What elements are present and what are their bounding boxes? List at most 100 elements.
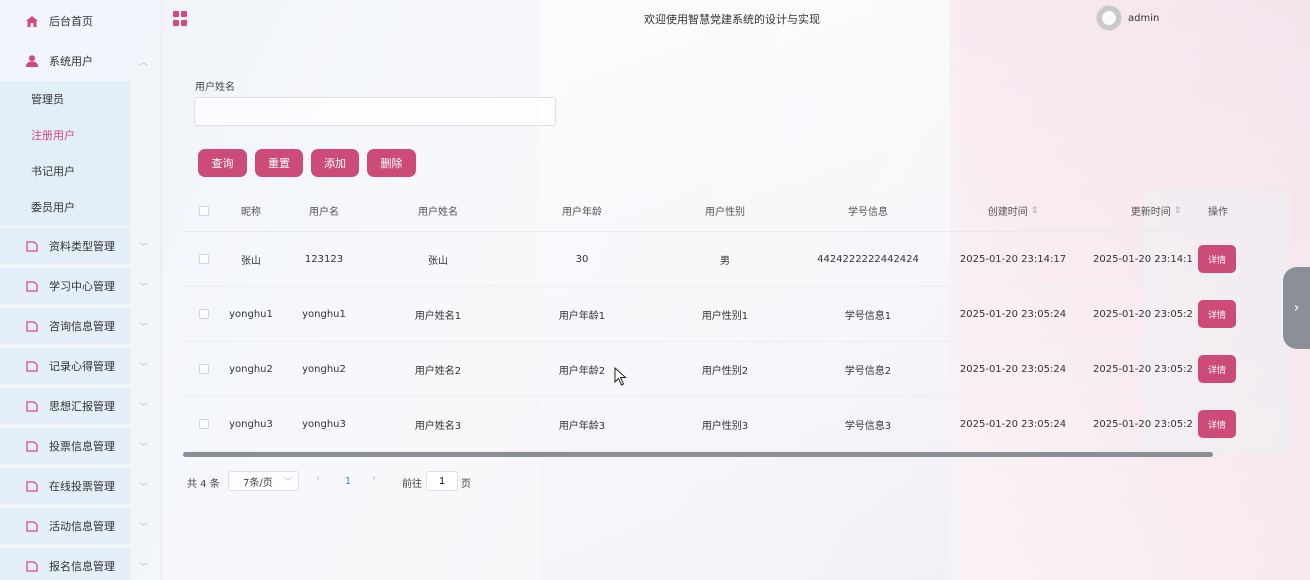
chevron-down-icon: ﹀: [138, 362, 148, 373]
horizontal-scrollbar[interactable]: [183, 452, 1213, 457]
delete-button[interactable]: 删除: [367, 149, 416, 177]
cell-age: 30: [575, 253, 589, 265]
sidebar-item-material-types[interactable]: 资料类型管理 ﹀: [0, 228, 148, 264]
folder-icon: [25, 239, 39, 253]
sidebar-subitem-label: 注册用户: [31, 129, 75, 142]
cell-created: 2025-01-20 23:05:24: [959, 418, 1067, 430]
cell-age: 用户年龄3: [558, 420, 606, 432]
avatar[interactable]: [1096, 5, 1122, 31]
cell-created: 2025-01-20 23:14:17: [959, 253, 1067, 265]
sidebar-item-study-center[interactable]: 学习中心管理 ﹀: [0, 268, 148, 304]
cell-nickname: yonghu3: [229, 418, 273, 430]
cell-updated: 2025-01-20 23:05:2: [1093, 418, 1193, 430]
sidebar-item-label: 咨询信息管理: [49, 320, 115, 333]
table-header: 昵称 用户名 用户姓名 用户年龄 用户性别 学号信息 创建时间 ⇕ 更新时间 ⇕ 操…: [183, 190, 1289, 232]
menu-grid-icon[interactable]: [173, 11, 188, 26]
cell-student-id: 4424222222442424: [817, 253, 919, 265]
chevron-down-icon: ﹀: [138, 522, 148, 533]
column-header: 昵称: [241, 207, 261, 218]
sidebar-item-vote-info[interactable]: 投票信息管理 ﹀: [0, 428, 148, 464]
chevron-down-icon: ﹀: [138, 282, 148, 293]
sidebar-item-system-users[interactable]: 系统用户 ︿: [0, 43, 161, 79]
detail-button[interactable]: 详情: [1198, 245, 1236, 273]
row-checkbox[interactable]: [199, 364, 209, 374]
page-title: 欢迎使用智慧党建系统的设计与实现: [644, 13, 820, 26]
table-row: yonghu3 yonghu3 用户姓名3 用户年龄3 用户性别3 学号信息3 …: [183, 397, 1289, 452]
column-header-label: 创建时间: [987, 207, 1028, 218]
sidebar-item-experience-records[interactable]: 记录心得管理 ﹀: [0, 348, 148, 384]
column-header-label: 更新时间: [1130, 207, 1171, 218]
chevron-down-icon: ﹀: [138, 402, 148, 413]
cell-username: yonghu2: [302, 363, 346, 375]
add-button[interactable]: 添加: [311, 149, 359, 177]
prev-page-icon[interactable]: ‹: [316, 473, 320, 484]
sidebar-item-activity-info[interactable]: 活动信息管理 ﹀: [0, 508, 148, 544]
cell-name: 用户姓名3: [414, 420, 462, 432]
username-label[interactable]: admin: [1128, 13, 1159, 24]
chevron-down-icon: ﹀: [138, 322, 148, 333]
folder-icon: [25, 559, 39, 573]
column-header-created[interactable]: 创建时间 ⇕: [954, 190, 1072, 231]
column-header: 用户名: [309, 207, 339, 218]
sidebar-subitem-label: 委员用户: [31, 201, 75, 214]
cell-nickname: yonghu1: [229, 308, 273, 320]
folder-icon: [25, 279, 39, 293]
next-page-icon[interactable]: ›: [372, 473, 376, 484]
user-name-search-input[interactable]: [194, 97, 556, 126]
page-suffix-label: 页: [461, 479, 471, 490]
sidebar-item-label: 思想汇报管理: [49, 400, 115, 413]
sidebar-subitem-committee-users[interactable]: 委员用户: [0, 189, 130, 225]
query-button[interactable]: 查询: [198, 149, 247, 177]
collapse-handle-chevron-right-icon[interactable]: ›: [1283, 267, 1310, 349]
chevron-up-icon: ︿: [138, 57, 148, 68]
column-header-updated[interactable]: 更新时间 ⇕: [1101, 190, 1211, 231]
folder-icon: [25, 439, 39, 453]
cell-age: 用户年龄1: [558, 310, 606, 322]
cell-name: 用户姓名2: [414, 365, 462, 377]
chevron-down-icon: ﹀: [138, 242, 148, 253]
cell-nickname: 张山: [241, 255, 261, 267]
sidebar-item-signup-info[interactable]: 报名信息管理 ﹀: [0, 548, 148, 580]
chevron-down-icon: ﹀: [138, 562, 148, 573]
sidebar-item-thought-reports[interactable]: 思想汇报管理 ﹀: [0, 388, 148, 424]
cell-gender: 用户性别1: [701, 310, 749, 322]
goto-label: 前往: [402, 479, 422, 490]
folder-icon: [25, 519, 39, 533]
row-checkbox[interactable]: [199, 309, 209, 319]
sidebar-item-label: 学习中心管理: [49, 280, 115, 293]
page-number-current[interactable]: 1: [340, 472, 356, 490]
folder-icon: [25, 319, 39, 333]
table-row: 张山 123123 张山 30 男 4424222222442424 2025-…: [183, 232, 1289, 287]
cell-student-id: 学号信息2: [844, 365, 892, 377]
row-checkbox[interactable]: [199, 254, 209, 264]
sidebar-item-label: 资料类型管理: [49, 240, 115, 253]
row-checkbox[interactable]: [199, 419, 209, 429]
detail-button[interactable]: 详情: [1198, 300, 1236, 328]
sidebar-item-label: 报名信息管理: [49, 560, 115, 573]
cell-gender: 男: [720, 255, 730, 267]
column-header: 用户年龄: [562, 207, 602, 218]
sidebar-subitem-admin[interactable]: 管理员: [0, 81, 130, 117]
folder-icon: [25, 359, 39, 373]
page-size-select[interactable]: 7条/页 ﹀: [228, 471, 299, 491]
goto-page-input[interactable]: [426, 471, 458, 491]
sidebar-item-consult-info[interactable]: 咨询信息管理 ﹀: [0, 308, 148, 344]
sidebar-subitem-registered-users[interactable]: 注册用户: [0, 117, 130, 153]
cell-gender: 用户性别2: [701, 365, 749, 377]
sort-icon[interactable]: ⇕: [1174, 206, 1182, 216]
table-row: yonghu2 yonghu2 用户姓名2 用户年龄2 用户性别2 学号信息2 …: [183, 342, 1289, 397]
select-all-checkbox[interactable]: [199, 206, 209, 216]
reset-button[interactable]: 重置: [255, 149, 303, 177]
sidebar-item-online-voting[interactable]: 在线投票管理 ﹀: [0, 468, 148, 504]
column-header: 操作: [1208, 207, 1228, 218]
sidebar-item-home[interactable]: 后台首页: [0, 3, 161, 39]
table-row: yonghu1 yonghu1 用户姓名1 用户年龄1 用户性别1 学号信息1 …: [183, 287, 1289, 342]
home-icon: [25, 14, 39, 28]
detail-button[interactable]: 详情: [1198, 410, 1236, 438]
detail-button[interactable]: 详情: [1198, 355, 1236, 383]
sort-icon[interactable]: ⇕: [1031, 206, 1039, 216]
sidebar-subitem-secretary-users[interactable]: 书记用户: [0, 153, 130, 189]
cell-username: yonghu1: [302, 308, 346, 320]
folder-icon: [25, 399, 39, 413]
top-header: 欢迎使用智慧党建系统的设计与实现 admin: [162, 0, 1310, 38]
